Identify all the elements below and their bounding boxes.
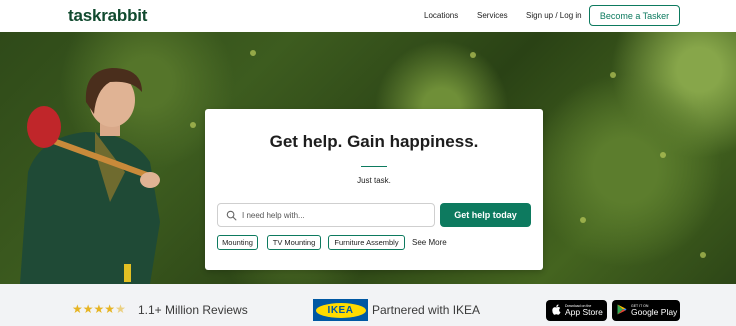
title-divider (361, 166, 387, 167)
partner-text: Partnered with IKEA (372, 303, 481, 317)
foliage-highlight (470, 52, 476, 58)
half-star-icon: ★ (115, 302, 126, 316)
star-icon: ★ (104, 302, 116, 316)
foliage-highlight (250, 50, 256, 56)
hero-title: Get help. Gain happiness. (269, 132, 479, 151)
become-tasker-button[interactable]: Become a Tasker (589, 5, 680, 26)
star-icon: ★ (82, 302, 94, 316)
trust-strip: ★★★★★ 1.1+ Million Reviews IKEA Partnere… (0, 284, 736, 326)
foliage-highlight (580, 217, 586, 223)
ikea-logo: IKEA (313, 299, 368, 321)
google-play-icon (615, 304, 629, 318)
search-card: Get help. Gain happiness. Just task. Get… (205, 109, 543, 270)
apple-icon (549, 304, 563, 318)
search-icon (226, 210, 237, 221)
task-search-input[interactable] (242, 204, 432, 226)
top-navigation: taskrabbit Locations Services Sign up / … (0, 0, 736, 32)
foliage-highlight (660, 152, 666, 158)
star-icon: ★ (93, 302, 105, 316)
foliage-highlight (700, 252, 706, 258)
chip-mounting[interactable]: Mounting (217, 235, 258, 250)
chip-furniture-assembly[interactable]: Furniture Assembly (328, 235, 405, 250)
tasker-photo (20, 68, 160, 284)
foliage-highlight (610, 72, 616, 78)
app-store-text: App Store (565, 307, 603, 317)
taskrabbit-logo[interactable]: taskrabbit (68, 6, 147, 26)
google-play-text: Google Play (631, 307, 678, 317)
star-icon: ★ (72, 302, 83, 316)
review-count: 1.1+ Million Reviews (138, 303, 248, 317)
nav-signup-login-link[interactable]: Sign up / Log in (526, 11, 582, 20)
google-play-badge[interactable]: GET IT ON Google Play (612, 300, 680, 321)
chip-tv-mounting[interactable]: TV Mounting (267, 235, 321, 250)
app-store-badge[interactable]: Download on the App Store (546, 300, 607, 321)
hero-section: Get help. Gain happiness. Just task. Get… (0, 32, 736, 284)
nav-locations-link[interactable]: Locations (424, 11, 458, 20)
hero-subtitle: Just task. (357, 176, 391, 185)
search-box[interactable] (217, 203, 435, 227)
get-help-today-button[interactable]: Get help today (440, 203, 531, 227)
nav-services-link[interactable]: Services (477, 11, 508, 20)
rating-stars: ★★★★★ (72, 302, 126, 316)
ikea-logo-text: IKEA (315, 302, 366, 318)
foliage-highlight (190, 122, 196, 128)
see-more-link[interactable]: See More (412, 238, 447, 247)
